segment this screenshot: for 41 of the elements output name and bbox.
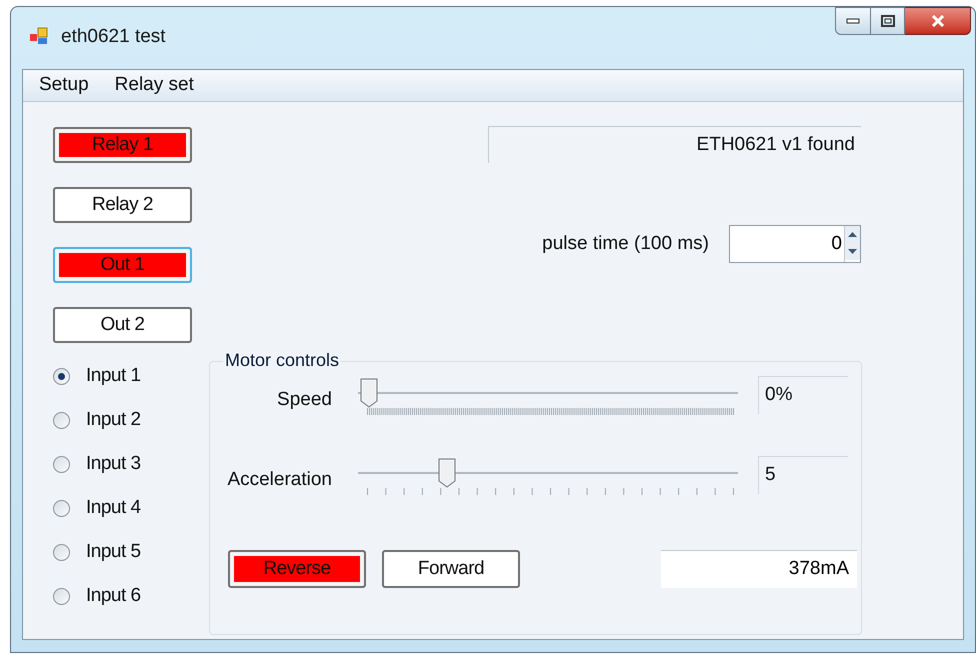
minimize-icon — [846, 18, 860, 24]
slider-thumb[interactable] — [360, 378, 378, 408]
slider-label: Speed — [276, 388, 333, 412]
pulse-time-label: pulse time (100 ms) — [542, 232, 709, 256]
close-icon — [930, 15, 944, 27]
radio-label: Input 3 — [86, 452, 141, 476]
current-field: 378mA — [661, 550, 857, 588]
menu-item[interactable]: Setup — [29, 71, 99, 100]
window-title: eth0621 test — [61, 25, 166, 49]
radio-button[interactable] — [53, 544, 70, 560]
menu-item[interactable]: Relay set — [104, 71, 204, 100]
pulse-time-value: 0 — [830, 232, 843, 256]
pulse-time-spinner[interactable]: 0 — [729, 225, 861, 263]
radio-label: Input 5 — [86, 540, 141, 564]
direction-button[interactable]: Forward — [382, 550, 520, 588]
radio-label: Input 4 — [86, 496, 141, 520]
close-button[interactable] — [905, 7, 971, 35]
output-toggle-button[interactable]: Out 1 — [53, 247, 192, 283]
radio-label: Input 2 — [86, 408, 141, 432]
spin-up-icon[interactable] — [845, 226, 860, 243]
output-toggle-button[interactable]: Out 2 — [53, 307, 192, 343]
slider-value-field: 5 — [758, 456, 848, 494]
output-toggle-button[interactable]: Relay 2 — [53, 187, 192, 223]
radio-label: Input 1 — [86, 364, 141, 388]
radio-button[interactable] — [53, 368, 70, 384]
maximize-button[interactable] — [871, 7, 905, 35]
radio-button[interactable] — [53, 412, 70, 428]
radio-button[interactable] — [53, 500, 70, 516]
direction-button[interactable]: Reverse — [228, 550, 366, 588]
minimize-button[interactable] — [835, 7, 871, 35]
slider-value-field: 0% — [758, 376, 848, 414]
radio-label: Input 6 — [86, 584, 141, 608]
radio-button[interactable] — [53, 588, 70, 604]
radio-button[interactable] — [53, 456, 70, 472]
output-toggle-button[interactable]: Relay 1 — [53, 127, 192, 163]
spin-down-icon[interactable] — [845, 243, 860, 260]
slider-label: Acceleration — [226, 468, 333, 492]
status-field: ETH0621 v1 found — [488, 126, 861, 163]
slider-thumb[interactable] — [438, 458, 456, 488]
app-icon — [29, 26, 49, 46]
maximize-icon — [880, 15, 894, 27]
